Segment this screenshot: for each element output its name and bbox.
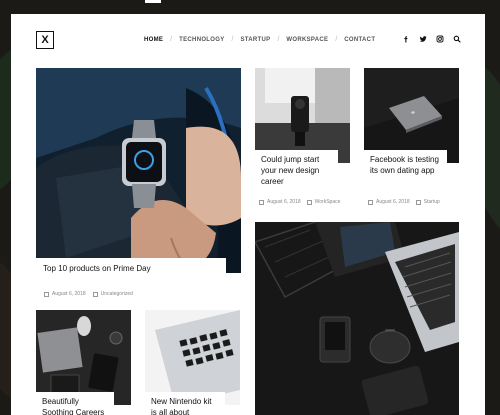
main-nav: HOME / TECHNOLOGY / STARTUP / WORKSPACE … — [144, 36, 375, 43]
post-date: August 6, 2018 — [376, 199, 410, 205]
nav-item-startup[interactable]: STARTUP — [240, 37, 270, 43]
nav-item-workspace[interactable]: WORKSPACE — [286, 37, 328, 43]
facebook-icon[interactable] — [401, 34, 410, 43]
page-container: X HOME / TECHNOLOGY / STARTUP / WORKSPAC… — [11, 14, 485, 415]
post-card[interactable]: Could jump start your new design career … — [255, 68, 350, 218]
post-title[interactable]: Could jump start your new design career — [255, 150, 338, 195]
post-title[interactable]: Facebook is testing its own dating app — [364, 150, 447, 195]
post-card[interactable]: Facebook is testing its own dating app A… — [364, 68, 459, 218]
folder-icon — [92, 291, 98, 297]
search-icon[interactable] — [452, 34, 461, 43]
calendar-icon — [259, 199, 264, 205]
post-category[interactable]: WorkSpace — [315, 199, 341, 205]
post-meta: August 6, 2018 WorkSpace — [259, 199, 340, 205]
post-category[interactable]: Uncategorized — [101, 291, 133, 297]
post-image-keyboard[interactable] — [145, 310, 240, 405]
nav-separator: / — [335, 36, 338, 43]
nav-item-home[interactable]: HOME — [144, 37, 163, 43]
nav-item-technology[interactable]: TECHNOLOGY — [179, 37, 224, 43]
nav-separator: / — [231, 36, 234, 43]
post-card[interactable] — [255, 222, 459, 415]
twitter-icon[interactable] — [418, 34, 427, 43]
post-card[interactable]: Beautifully Soothing Careers — [36, 310, 131, 415]
post-date: August 6, 2018 — [267, 199, 301, 205]
post-image-laptop[interactable] — [364, 68, 459, 163]
post-meta: August 6, 2018 Startup — [368, 199, 440, 205]
post-image-camera[interactable] — [255, 68, 350, 163]
calendar-icon — [368, 199, 373, 205]
instagram-icon[interactable] — [435, 34, 444, 43]
post-category[interactable]: Startup — [424, 199, 440, 205]
post-image-desk[interactable] — [255, 222, 459, 415]
post-card[interactable]: Top 10 products on Prime Day August 6, 2… — [36, 68, 241, 304]
post-card[interactable]: New Nintendo kit is all about — [145, 310, 240, 415]
post-title[interactable]: Beautifully Soothing Careers — [36, 392, 114, 415]
site-header: X HOME / TECHNOLOGY / STARTUP / WORKSPAC… — [11, 14, 485, 69]
post-title[interactable]: Top 10 products on Prime Day — [36, 258, 226, 279]
post-meta: August 6, 2018 Uncategorized — [44, 291, 133, 297]
social-links — [401, 34, 461, 43]
folder-icon — [306, 199, 312, 205]
calendar-icon — [44, 291, 49, 297]
nav-separator: / — [277, 36, 280, 43]
site-logo[interactable]: X — [36, 31, 54, 49]
top-indicator — [145, 0, 161, 3]
folder-icon — [415, 199, 421, 205]
post-image-gadgets[interactable] — [36, 310, 131, 405]
post-title[interactable]: New Nintendo kit is all about — [145, 392, 225, 415]
post-date: August 6, 2018 — [52, 291, 86, 297]
nav-item-contact[interactable]: CONTACT — [344, 37, 375, 43]
nav-separator: / — [170, 36, 173, 43]
post-image-smartwatch[interactable] — [36, 68, 241, 273]
